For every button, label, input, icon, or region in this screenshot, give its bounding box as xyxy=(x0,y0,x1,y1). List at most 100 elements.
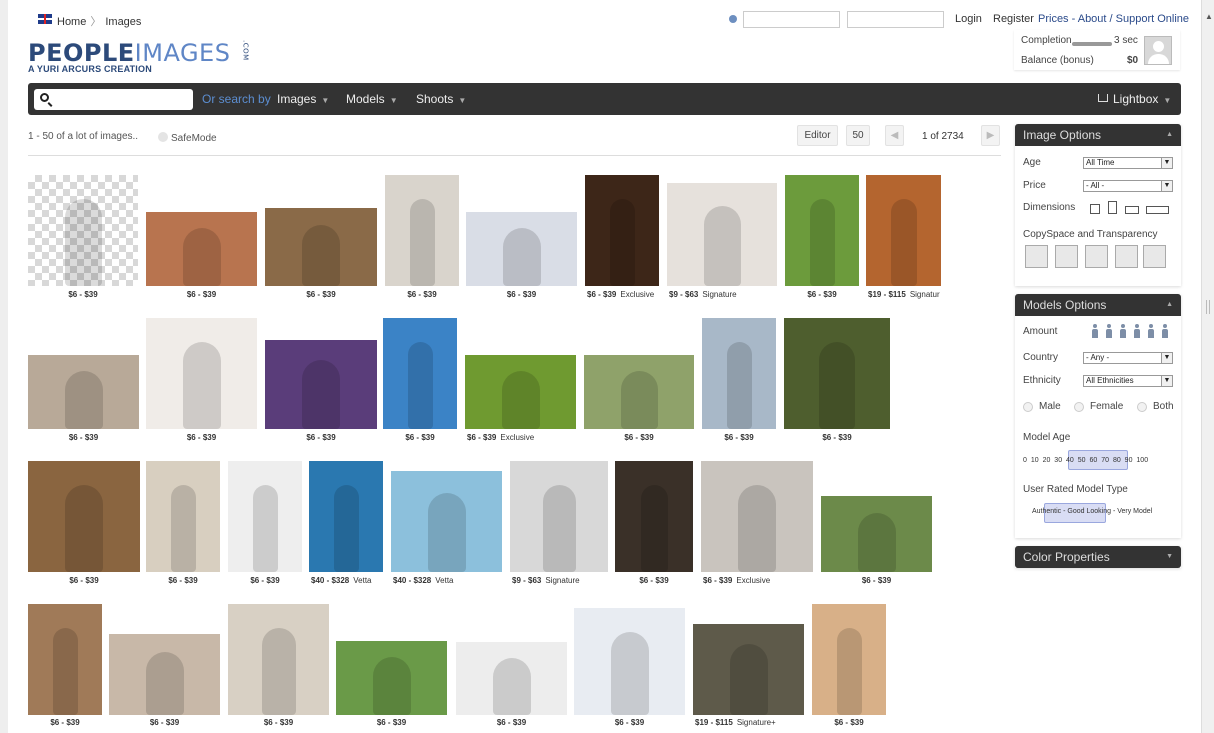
image-thumbnail[interactable] xyxy=(701,461,813,572)
price-label: $6 - $39 xyxy=(383,433,457,442)
country-label: Country xyxy=(1023,352,1059,363)
price-label: $6 - $39 xyxy=(584,433,694,442)
model-age-scale: 0 10 20 30 40 50 60 70 80 90 100 xyxy=(1023,457,1149,464)
scroll-grip-icon[interactable] xyxy=(1206,300,1210,314)
landscape-dimension-icon[interactable] xyxy=(1125,206,1139,214)
price-select[interactable]: - All - ▼ xyxy=(1083,180,1173,192)
search-input[interactable] xyxy=(34,89,193,110)
image-thumbnail[interactable] xyxy=(456,642,567,715)
portrait-dimension-icon[interactable] xyxy=(1108,201,1117,214)
image-thumbnail[interactable] xyxy=(28,175,138,286)
editor-button[interactable]: Editor xyxy=(797,125,838,146)
password-input[interactable] xyxy=(847,11,944,28)
image-thumbnail[interactable] xyxy=(265,208,377,286)
image-thumbnail[interactable] xyxy=(866,175,941,286)
safemode-toggle[interactable]: SafeMode xyxy=(158,132,217,144)
copyspace-left-icon[interactable] xyxy=(1115,245,1138,268)
models-options-title: Models Options xyxy=(1023,298,1107,312)
info-icon[interactable] xyxy=(729,15,737,23)
image-thumbnail[interactable] xyxy=(28,604,102,715)
image-thumbnail[interactable] xyxy=(693,624,804,715)
nav-shoots-menu[interactable]: Shoots ▼ xyxy=(416,92,466,106)
person-icon[interactable] xyxy=(1134,324,1140,338)
per-page-selector[interactable]: 50 xyxy=(846,125,870,146)
color-properties-header[interactable]: Color Properties ▼ xyxy=(1015,546,1181,568)
image-thumbnail[interactable] xyxy=(785,175,859,286)
username-input[interactable] xyxy=(743,11,840,28)
person-icon[interactable] xyxy=(1120,324,1126,338)
copyspace-right-icon[interactable] xyxy=(1143,245,1166,268)
male-radio[interactable] xyxy=(1023,402,1033,412)
image-options-header[interactable]: Image Options ▲ xyxy=(1015,124,1181,146)
image-thumbnail[interactable] xyxy=(584,355,694,429)
completion-label: Completion xyxy=(1021,35,1072,46)
image-thumbnail[interactable] xyxy=(228,461,302,572)
copyspace-center-icon[interactable] xyxy=(1085,245,1108,268)
image-thumbnail[interactable] xyxy=(574,608,685,715)
model-age-label: Model Age xyxy=(1023,432,1071,443)
ethnicity-select[interactable]: All Ethnicities ▼ xyxy=(1083,375,1173,387)
image-thumbnail[interactable] xyxy=(667,183,777,286)
image-thumbnail[interactable] xyxy=(28,461,140,572)
photo-subject xyxy=(183,342,221,429)
scroll-up-icon[interactable]: ▲ xyxy=(1205,12,1213,21)
uk-flag-icon[interactable] xyxy=(38,14,52,24)
prev-page-button[interactable]: ◀ xyxy=(885,125,904,146)
scrollbar[interactable]: ▲ xyxy=(1201,0,1214,733)
person-icon[interactable] xyxy=(1092,324,1098,338)
next-page-button[interactable]: ▶ xyxy=(981,125,1000,146)
prices-about-support-link[interactable]: Prices - About / Support Online xyxy=(1038,13,1189,25)
image-thumbnail[interactable] xyxy=(146,461,220,572)
image-thumbnail[interactable] xyxy=(265,340,377,429)
logo-people: PEOPLE xyxy=(28,39,135,67)
nav-images-menu[interactable]: Images ▼ xyxy=(277,92,329,106)
image-thumbnail[interactable] xyxy=(784,318,890,429)
both-radio[interactable] xyxy=(1137,402,1147,412)
register-link[interactable]: Register xyxy=(993,13,1034,25)
image-thumbnail[interactable] xyxy=(309,461,383,572)
country-select[interactable]: - Any - ▼ xyxy=(1083,352,1173,364)
female-radio[interactable] xyxy=(1074,402,1084,412)
square-dimension-icon[interactable] xyxy=(1090,204,1100,214)
image-thumbnail[interactable] xyxy=(391,471,502,572)
image-thumbnail[interactable] xyxy=(585,175,659,286)
photo-subject xyxy=(704,206,741,286)
image-thumbnail[interactable] xyxy=(821,496,932,572)
image-thumbnail[interactable] xyxy=(465,355,576,429)
lightbox-menu[interactable]: Lightbox ▼ xyxy=(1113,92,1171,106)
transparent-background-icon[interactable] xyxy=(1025,245,1048,268)
copyspace-label: CopySpace and Transparency xyxy=(1023,229,1158,240)
image-thumbnail[interactable] xyxy=(812,604,886,715)
image-thumbnail[interactable] xyxy=(510,461,608,572)
person-icon[interactable] xyxy=(1148,324,1154,338)
price-range: $6 - $39 xyxy=(724,433,754,442)
person-icon[interactable] xyxy=(1106,324,1112,338)
image-thumbnail[interactable] xyxy=(28,355,139,429)
login-link[interactable]: Login xyxy=(955,13,982,25)
nav-models-menu[interactable]: Models ▼ xyxy=(346,92,398,106)
image-thumbnail[interactable] xyxy=(385,175,459,286)
image-thumbnail[interactable] xyxy=(109,634,220,715)
image-thumbnail[interactable] xyxy=(336,641,447,715)
age-select[interactable]: All Time ▼ xyxy=(1083,157,1173,169)
collapse-icon: ▲ xyxy=(1166,301,1173,308)
avatar[interactable] xyxy=(1144,36,1172,65)
image-thumbnail[interactable] xyxy=(702,318,776,429)
image-thumbnail[interactable] xyxy=(146,318,257,429)
isolated-person-icon[interactable] xyxy=(1055,245,1078,268)
image-thumbnail[interactable] xyxy=(146,212,257,286)
image-thumbnail[interactable] xyxy=(383,318,457,429)
site-logo[interactable]: PEOPLEIMAGES .COM A YURI ARCURS CREATION xyxy=(28,40,258,74)
lightbox-cart-icon[interactable] xyxy=(1098,94,1108,102)
image-thumbnail[interactable] xyxy=(466,212,577,286)
price-label: $6 - $39 xyxy=(785,290,859,299)
image-thumbnail[interactable] xyxy=(228,604,329,715)
image-thumbnail[interactable] xyxy=(615,461,693,572)
license-tag: Signature+ xyxy=(736,718,776,727)
person-icon[interactable] xyxy=(1162,324,1168,338)
panorama-dimension-icon[interactable] xyxy=(1146,206,1169,214)
chevron-down-icon: ▼ xyxy=(389,96,398,105)
breadcrumb-home[interactable]: Home xyxy=(57,16,86,28)
amount-selector[interactable] xyxy=(1092,324,1172,338)
models-options-header[interactable]: Models Options ▲ xyxy=(1015,294,1181,316)
